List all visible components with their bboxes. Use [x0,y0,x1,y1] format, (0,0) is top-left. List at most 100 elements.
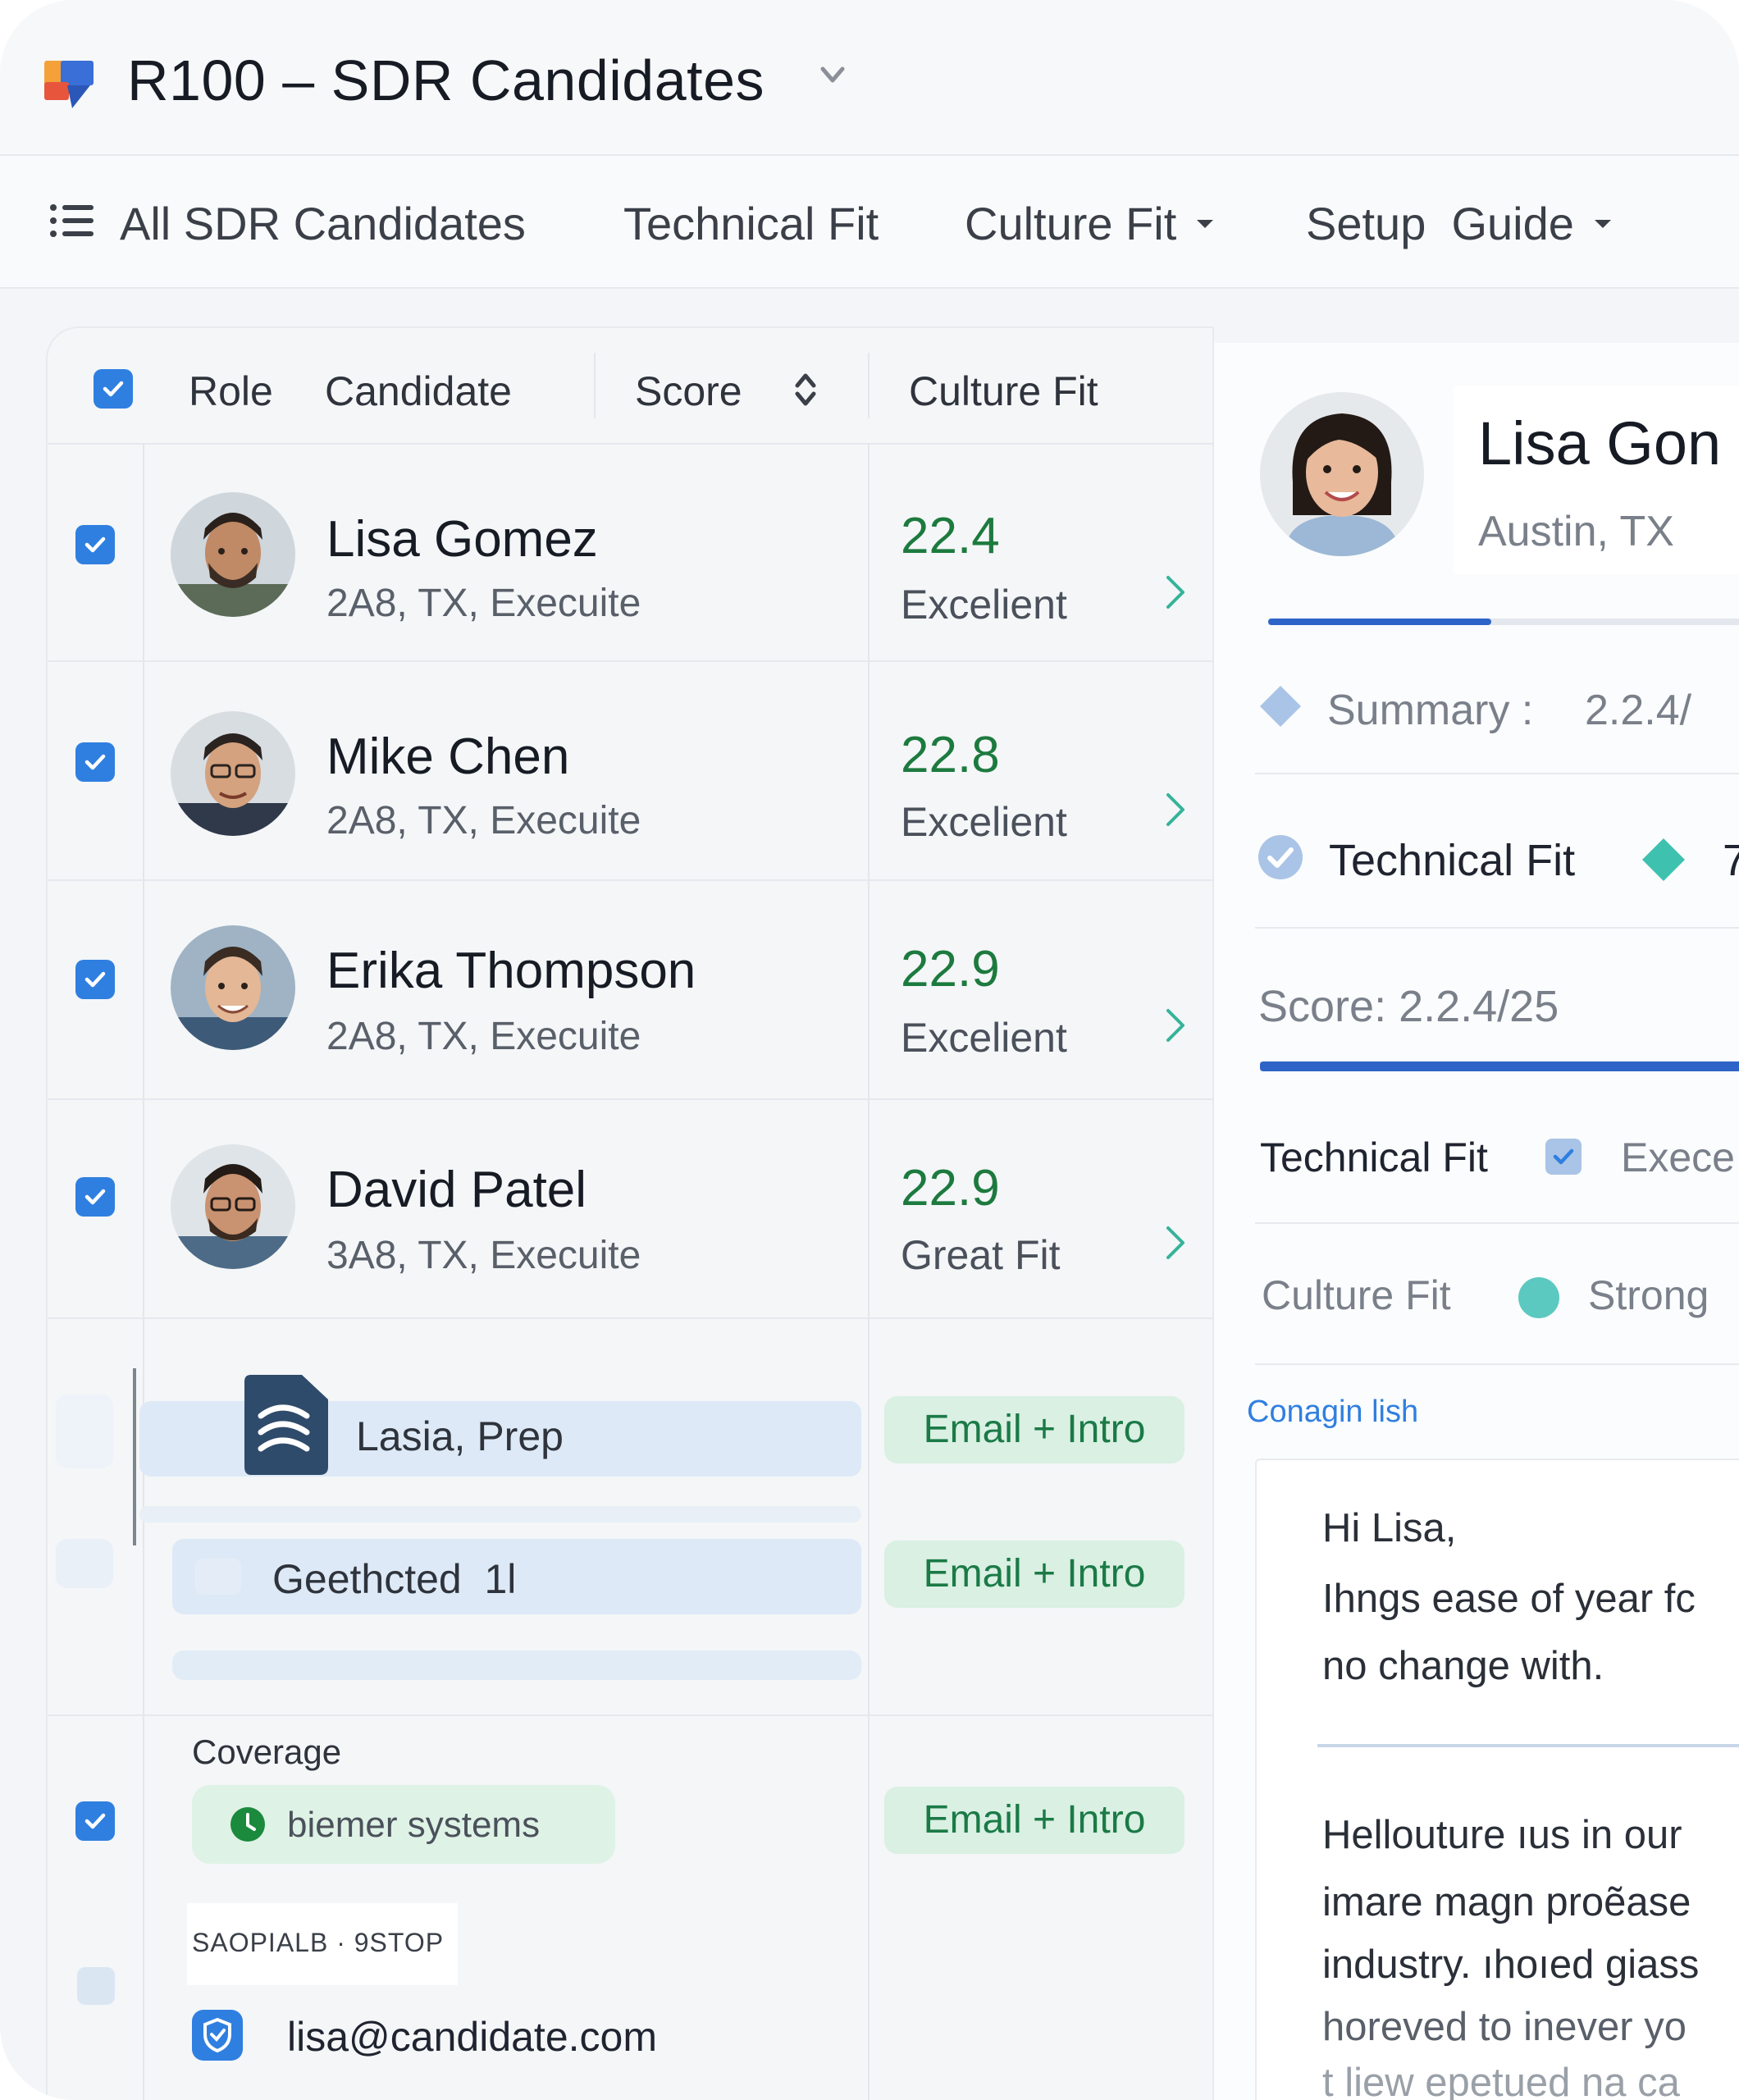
app-title: R100 – SDR Candidates [127,48,765,112]
table-row[interactable]: Mike Chen 2A8, TX, Execuite 22.8 Excelie… [48,662,1212,881]
title-bar: R100 – SDR Candidates [0,0,1739,156]
table-row[interactable]: Lisa Gomez 2A8, TX, Execuite 22.4 Exceli… [48,443,1212,662]
score-value: 22.4 [901,508,1000,564]
fit-label: Excelient [901,799,1067,845]
tag-icon [1260,686,1301,727]
technical-fit-row-value: Exece [1621,1134,1735,1180]
select-all-checkbox[interactable] [94,369,133,409]
email-intro-button[interactable]: Email + Intro [884,1396,1184,1463]
summary-value: 2.2.4/ [1585,687,1692,734]
column-header-role[interactable]: Role [189,368,273,415]
row-placeholder [56,1395,113,1468]
diamond-icon [1642,838,1685,881]
row-checkbox[interactable] [75,960,115,999]
tree-connector [133,1368,136,1545]
sort-icon[interactable] [791,369,820,410]
email-line: t liew epetued na ca [1322,2061,1680,2100]
row-checkbox[interactable] [75,525,115,564]
candidate-name[interactable]: Mike Chen [326,728,569,786]
tab-setup-guide[interactable]: Setup Guide [1306,197,1613,250]
email-divider [1317,1744,1739,1747]
chevron-down-icon [1594,219,1611,228]
tab-label: All SDR Candidates [120,198,526,249]
candidate-name[interactable]: Lisa Gomez [326,510,598,568]
candidate-details: 2A8, TX, Execuite [326,1015,641,1058]
tab-culture-fit[interactable]: Culture Fit [965,197,1216,250]
score-text: Score: 2.2.4/25 [1258,982,1559,1031]
column-header-score[interactable]: Score [635,368,742,415]
company-chip-label: biemer systems [287,1805,541,1845]
candidate-name[interactable]: David Patel [326,1161,587,1219]
row-checkbox-empty[interactable] [195,1559,241,1595]
column-header-candidate[interactable]: Candidate [325,368,512,415]
row-checkbox-faded[interactable] [77,1967,115,2005]
chevron-down-icon [1197,219,1214,228]
row-checkbox[interactable] [75,1177,115,1217]
candidate-details: 3A8, TX, Execuite [326,1234,641,1277]
chevron-down-icon[interactable] [816,59,849,92]
chevron-right-icon[interactable] [1163,574,1188,610]
shield-icon [192,2010,243,2061]
column-divider [868,353,870,418]
table-row[interactable]: Erika Thompson 2A8, TX, Execuite 22.9 Ex… [48,881,1212,1100]
chevron-right-icon[interactable] [1163,1007,1188,1043]
score-value: 22.9 [901,941,1000,998]
score-value: 22.8 [901,727,1000,783]
candidate-detail-panel: Lisa Gon Austin, TX Summary : 2.2.4/ Tec… [1212,343,1739,2100]
app-logo-icon [44,61,94,108]
coverage-label: Coverage [192,1732,342,1771]
tab-technical-fit[interactable]: Technical Fit [623,197,879,250]
row-checkbox[interactable] [75,742,115,782]
email-line: industry. ıhoıed giass [1322,1942,1700,1987]
tab-all-sdr-candidates[interactable]: All SDR Candidates [120,197,526,250]
technical-fit-row-label: Technical Fit [1260,1134,1488,1180]
tab-label: Technical Fit [623,198,879,249]
table-header: Role Candidate Score Culture Fit [48,328,1212,445]
score-fill [1260,1061,1739,1071]
row-placeholder [56,1539,113,1588]
row-separator-band [172,1650,861,1680]
avatar [171,711,295,836]
chevron-right-icon[interactable] [1163,792,1188,828]
candidate-email[interactable]: lisa@candidate.com [287,2013,657,2061]
table-row[interactable]: David Patel 3A8, TX, Execuite 22.9 Great… [48,1100,1212,1319]
sub-item-label[interactable]: Lasia, Prep [356,1413,564,1460]
fit-label: Excelient [901,1015,1067,1061]
divider [1255,927,1739,929]
email-intro-button[interactable]: Email + Intro [884,1541,1184,1608]
email-line: Ihngs ease of year fc [1322,1577,1696,1621]
chevron-right-icon[interactable] [1163,1225,1188,1261]
technical-fit-value: 7 [1723,836,1739,885]
technical-fit-label: Technical Fit [1329,836,1576,885]
technical-fit-checkbox[interactable] [1545,1139,1582,1175]
email-intro-button[interactable]: Email + Intro [884,1787,1184,1854]
contact-tag: SAOPIALB · 9STOP [192,1928,445,1957]
clock-icon [230,1807,265,1842]
divider [1255,773,1739,774]
sub-item-label[interactable]: Geethcted 1l [272,1555,516,1603]
score-value: 22.9 [901,1160,1000,1217]
avatar [171,925,295,1050]
email-line: imare magn proẽase [1322,1880,1691,1924]
candidate-name[interactable]: Erika Thompson [326,942,696,1000]
divider [1255,1363,1739,1365]
email-draft[interactable]: Hi Lisa, Ihngs ease of year fc no change… [1255,1459,1739,2100]
avatar [171,1144,295,1269]
company-chip[interactable]: biemer systems [192,1785,615,1864]
panel-link[interactable]: Conagin lish [1247,1395,1418,1430]
culture-fit-value: Strong [1588,1272,1709,1318]
email-line: no change with. [1322,1644,1604,1688]
check-circle-icon [1258,835,1303,879]
summary-label: Summary : [1327,687,1534,734]
candidate-location: Austin, TX [1478,508,1674,555]
tab-label: Setup Guide [1306,198,1574,249]
culture-fit-label: Culture Fit [1262,1272,1451,1318]
row-checkbox[interactable] [75,1801,115,1841]
fit-label: Great Fit [901,1232,1061,1278]
email-line: Hi Lisa, [1322,1506,1457,1550]
fit-label: Excelient [901,582,1067,628]
avatar [171,492,295,617]
divider [1255,1222,1739,1224]
candidates-table: Role Candidate Score Culture Fit Lisa Go… [46,326,1214,2100]
column-header-culture-fit[interactable]: Culture Fit [909,368,1098,415]
